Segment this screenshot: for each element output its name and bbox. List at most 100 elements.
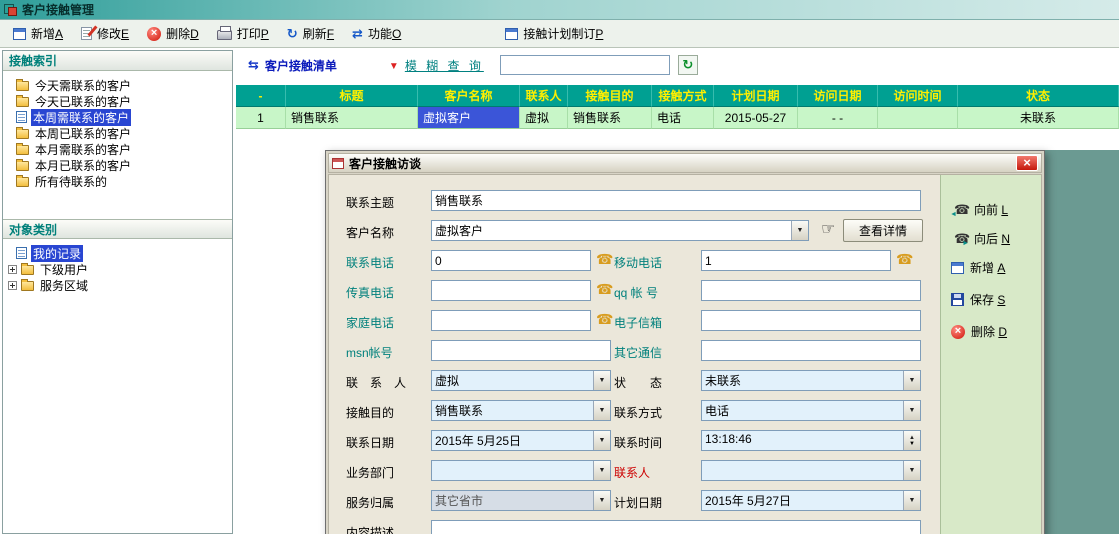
delete-label: 删除D [166,25,199,42]
purpose-combobox[interactable]: 销售联系 [431,400,611,421]
contact-person-value: 虚拟 [432,371,593,390]
col-header-visit-date[interactable]: 访问日期 [798,85,878,107]
sidebar-item-service-area[interactable]: 服务区域 [3,277,232,293]
chevron-down-icon [593,491,610,510]
nav-new-button[interactable]: 新增 A [951,253,1041,282]
spinner-arrows-icon[interactable] [903,431,920,450]
function-button[interactable]: 功能O [343,21,410,46]
cell-plan-date[interactable]: 2015-05-27 [714,107,798,129]
chevron-down-icon[interactable] [593,461,610,480]
chevron-down-icon[interactable] [791,221,808,240]
cell-status[interactable]: 未联系 [958,107,1119,129]
status-combobox[interactable]: 未联系 [701,370,921,391]
sidebar: 接触索引 今天需联系的客户 今天已联系的客户 本周需联系的客户 本周已联系的客户… [2,50,233,534]
chevron-down-icon[interactable] [903,401,920,420]
query-refresh-button[interactable] [678,55,698,75]
mobile-input[interactable] [701,250,891,271]
sidebar-item-week-done[interactable]: 本周已联系的客户 [3,125,232,141]
delete-button[interactable]: 删除D [138,21,208,46]
chevron-down-icon[interactable] [903,461,920,480]
nav-prev-button[interactable]: 向前 L [951,195,1041,224]
chevron-down-icon[interactable] [593,371,610,390]
sidebar-item-sub-users[interactable]: 下级用户 [3,261,232,277]
nav-next-button[interactable]: 向后 N [951,224,1041,253]
contact-date-picker[interactable]: 2015年 5月25日 [431,430,611,451]
refresh-button[interactable]: 刷新F [278,21,343,46]
edit-button[interactable]: 修改E [72,21,138,46]
refresh-icon [287,26,298,42]
other-im-label: 其它通信 [614,344,662,361]
chevron-down-icon[interactable] [593,401,610,420]
table-row[interactable]: 1 销售联系 虚拟客户 虚拟 销售联系 电话 2015-05-27 - - 未联… [236,107,1119,129]
home-phone-input[interactable] [431,310,591,331]
expand-plus-icon[interactable] [8,265,17,274]
contact-list-link[interactable]: 客户接触清单 [248,57,337,74]
email-input[interactable] [701,310,921,331]
other-im-input[interactable] [701,340,921,361]
chevron-down-icon[interactable] [903,371,920,390]
contact-plan-button[interactable]: 接触计划制订P [496,21,612,46]
view-detail-button[interactable]: 查看详情 [843,219,923,242]
col-header-method[interactable]: 接触方式 [652,85,714,107]
sidebar-item-month-done[interactable]: 本月已联系的客户 [3,157,232,173]
new-button[interactable]: 新增A [4,21,72,46]
fuzzy-query-input[interactable] [500,55,670,75]
cell-method[interactable]: 电话 [652,107,714,129]
chevron-down-icon[interactable] [903,491,920,510]
msn-input[interactable] [431,340,611,361]
fuzzy-query-link[interactable]: 模 糊 查 询 [389,57,484,74]
method-label: 联系方式 [614,404,662,421]
cell-title[interactable]: 销售联系 [286,107,418,129]
cell-row-number[interactable]: 1 [236,107,286,129]
save-icon [951,293,964,306]
fax-input[interactable] [431,280,591,301]
print-button[interactable]: 打印P [208,21,278,46]
cell-contact[interactable]: 虚拟 [520,107,568,129]
close-icon[interactable] [1016,155,1038,171]
chevron-down-icon[interactable] [593,431,610,450]
col-header-index[interactable]: - [236,85,286,107]
col-header-title[interactable]: 标题 [286,85,418,107]
contact-person2-combobox[interactable] [701,460,921,481]
sidebar-item-month-need[interactable]: 本月需联系的客户 [3,141,232,157]
contact-person-combobox[interactable]: 虚拟 [431,370,611,391]
phone-input[interactable] [431,250,591,271]
col-header-status[interactable]: 状态 [958,85,1119,107]
phone-icon [596,251,612,267]
qq-input[interactable] [701,280,921,301]
method-combobox[interactable]: 电话 [701,400,921,421]
customer-combobox[interactable]: 虚拟客户 [431,220,809,241]
col-header-plan-date[interactable]: 计划日期 [714,85,798,107]
col-header-visit-time[interactable]: 访问时间 [878,85,958,107]
tree-item-label: 所有待联系的 [33,173,109,190]
col-header-purpose[interactable]: 接触目的 [568,85,652,107]
tree-item-label: 本月需联系的客户 [33,141,133,158]
pointing-hand-icon[interactable] [821,219,839,237]
col-header-customer[interactable]: 客户名称 [418,85,520,107]
nav-delete-label: 删除 D [971,323,1007,340]
sidebar-item-all-pending[interactable]: 所有待联系的 [3,173,232,189]
plan-date-picker[interactable]: 2015年 5月27日 [701,490,921,511]
contact-time-value: 13:18:46 [702,431,903,450]
dialog-titlebar[interactable]: 客户接触访谈 [328,153,1042,173]
contact-index-title: 接触索引 [9,52,57,69]
cell-customer-selected[interactable]: 虚拟客户 [418,107,520,129]
sidebar-item-week-need[interactable]: 本周需联系的客户 [3,109,232,125]
cell-purpose[interactable]: 销售联系 [568,107,652,129]
contact-time-spinner[interactable]: 13:18:46 [701,430,921,451]
department-combobox[interactable] [431,460,611,481]
sidebar-item-today-need[interactable]: 今天需联系的客户 [3,77,232,93]
description-textarea[interactable] [431,520,921,534]
subject-input[interactable] [431,190,921,211]
edit-label: 修改E [97,25,129,42]
cell-visit-time[interactable] [878,107,958,129]
sidebar-item-today-done[interactable]: 今天已联系的客户 [3,93,232,109]
col-header-contact[interactable]: 联系人 [520,85,568,107]
sidebar-item-my-records[interactable]: 我的记录 [3,245,232,261]
nav-save-button[interactable]: 保存 S [951,285,1041,314]
expand-plus-icon[interactable] [8,281,17,290]
folder-icon [16,81,29,91]
fax-label: 传真电话 [346,284,394,301]
nav-delete-button[interactable]: 删除 D [951,317,1041,346]
cell-visit-date[interactable]: - - [798,107,878,129]
